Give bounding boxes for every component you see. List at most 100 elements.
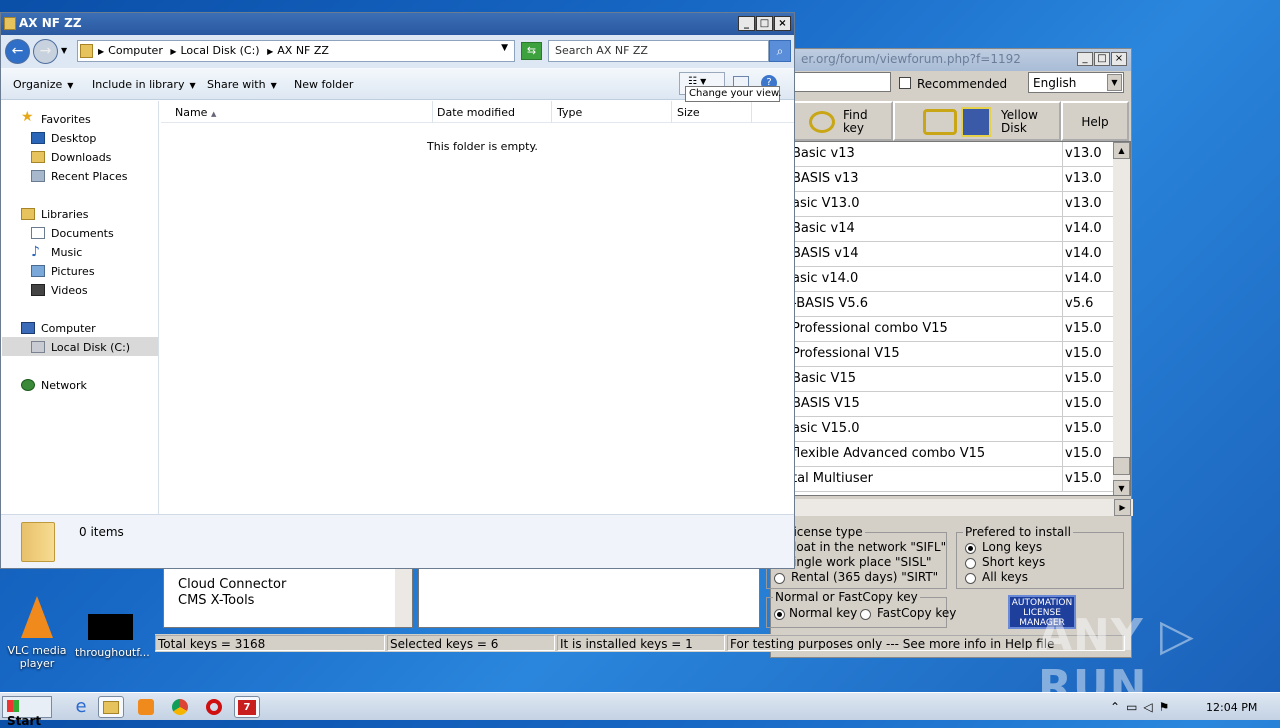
chevron-down-icon[interactable]: ▼ — [501, 43, 508, 53]
organize-button[interactable]: Organize ▼ — [13, 78, 73, 91]
include-in-library-button[interactable]: Include in library ▼ — [92, 78, 196, 91]
nav-computer[interactable]: Computer — [41, 322, 96, 335]
start-button[interactable]: Start — [2, 696, 52, 728]
taskbar-ie-icon[interactable]: e — [68, 696, 94, 718]
nav-videos[interactable]: Videos — [51, 284, 88, 297]
help-button[interactable]: Help — [1061, 101, 1129, 141]
install-radio-short[interactable] — [965, 558, 976, 569]
maximize-icon[interactable]: □ — [756, 16, 773, 31]
maximize-icon[interactable]: □ — [1094, 52, 1110, 66]
tree-vertical-scrollbar[interactable] — [395, 567, 412, 627]
breadcrumb-current-folder[interactable]: AX NF ZZ — [277, 44, 329, 57]
key-row[interactable]: Professional V15 v15.0 — [792, 342, 1114, 367]
key-row[interactable]: BASIS v13 v13.0 — [792, 167, 1114, 192]
volume-icon[interactable]: ◁ — [1143, 700, 1158, 714]
key-row[interactable]: BASIS V15 v15.0 — [792, 392, 1114, 417]
license-option-single[interactable]: ingle work place "SISL" — [793, 555, 932, 569]
yellow-disk-button[interactable]: Yellow Disk — [893, 101, 1061, 141]
close-icon[interactable]: × — [1111, 52, 1127, 66]
license-option-float[interactable]: loat in the network "SIFL" — [793, 540, 946, 554]
key-row[interactable]: -BASIS V5.6 v5.6 — [792, 292, 1114, 317]
install-option-long[interactable]: Long keys — [982, 540, 1042, 554]
breadcrumb-local-disk[interactable]: Local Disk (C:) — [181, 44, 260, 57]
install-radio-all[interactable] — [965, 573, 976, 584]
nav-favorites[interactable]: Favorites — [41, 113, 91, 126]
taskbar-license-app-icon[interactable]: 7 — [234, 696, 260, 718]
nav-downloads[interactable]: Downloads — [51, 151, 111, 164]
copy-radio-fast[interactable] — [860, 609, 871, 620]
key-row[interactable]: tal Multiuser v15.0 — [792, 467, 1114, 492]
new-folder-button[interactable]: New folder — [294, 78, 353, 91]
license-option-rental[interactable]: Rental (365 days) "SIRT" — [791, 570, 938, 584]
key-row[interactable]: Basic V15 v15.0 — [792, 367, 1114, 392]
install-option-all[interactable]: All keys — [982, 570, 1028, 584]
tree-item-cloud-connector[interactable]: Cloud Connector — [178, 577, 286, 592]
scroll-up-icon[interactable]: ▲ — [1113, 142, 1130, 159]
forward-button[interactable]: → — [33, 39, 58, 64]
copy-option-normal[interactable]: Normal key — [789, 606, 857, 620]
nav-music[interactable]: Music — [51, 246, 82, 259]
breadcrumb-computer[interactable]: Computer — [108, 44, 163, 57]
horizontal-scrollbar[interactable]: ▶ — [791, 499, 1133, 516]
recent-pages-icon[interactable]: ▼ — [61, 46, 67, 55]
install-option-short[interactable]: Short keys — [982, 555, 1045, 569]
taskbar-explorer-icon[interactable] — [98, 696, 124, 718]
key-row[interactable]: Basic v13 v13.0 — [792, 142, 1114, 167]
recommended-checkbox[interactable] — [899, 77, 911, 89]
license-radio-rental[interactable] — [774, 573, 785, 584]
taskbar-media-player-icon[interactable] — [133, 696, 159, 718]
search-input[interactable]: Search AX NF ZZ — [548, 40, 769, 62]
scroll-right-icon[interactable]: ▶ — [1114, 499, 1131, 516]
chevron-down-icon[interactable]: ▼ — [700, 77, 706, 86]
copy-radio-normal[interactable] — [774, 609, 785, 620]
key-row[interactable]: flexible Advanced combo V15 v15.0 — [792, 442, 1114, 467]
key-row[interactable]: Basic v14 v14.0 — [792, 217, 1114, 242]
column-name[interactable]: Name ▲ — [171, 101, 433, 123]
nav-recent-places[interactable]: Recent Places — [51, 170, 128, 183]
taskbar-chrome-icon[interactable] — [167, 696, 193, 718]
close-icon[interactable]: × — [774, 16, 791, 31]
key-row[interactable]: asic v14.0 v14.0 — [792, 267, 1114, 292]
refresh-button[interactable]: ⇆ — [521, 42, 542, 60]
key-row[interactable]: asic V15.0 v15.0 — [792, 417, 1114, 442]
find-key-button[interactable]: Find key — [793, 101, 893, 141]
copy-option-fast[interactable]: FastCopy key — [877, 606, 956, 620]
file-list-pane[interactable]: Name ▲ Date modified Type Size This fold… — [161, 101, 794, 514]
language-select[interactable]: English ▼ — [1028, 72, 1124, 93]
search-icon[interactable]: ⌕ — [769, 40, 791, 62]
scroll-down-icon[interactable]: ▼ — [1113, 480, 1130, 495]
key-list-scrollbar[interactable]: ▲ ▼ — [1113, 142, 1130, 495]
filter-input[interactable] — [791, 72, 891, 92]
chevron-down-icon[interactable]: ▼ — [1107, 74, 1122, 91]
nav-network[interactable]: Network — [41, 379, 87, 392]
show-hidden-icons-icon[interactable]: ⌃ — [1110, 700, 1126, 714]
nav-libraries[interactable]: Libraries — [41, 208, 89, 221]
taskbar-opera-icon[interactable] — [201, 696, 227, 718]
share-with-button[interactable]: Share with ▼ — [207, 78, 277, 91]
column-type[interactable]: Type — [553, 101, 672, 123]
nav-desktop[interactable]: Desktop — [51, 132, 96, 145]
key-row[interactable]: BASIS v14 v14.0 — [792, 242, 1114, 267]
desktop-icon-throughout[interactable]: throughoutf... — [75, 614, 150, 659]
key-list[interactable]: Basic v13 v13.0 BASIS v13 v13.0 asic V13.0 v1… — [791, 141, 1131, 496]
nav-documents[interactable]: Documents — [51, 227, 114, 240]
minimize-icon[interactable]: _ — [738, 16, 755, 31]
column-size[interactable]: Size — [673, 101, 752, 123]
back-button[interactable]: ← — [5, 39, 30, 64]
key-row[interactable]: asic V13.0 v13.0 — [792, 192, 1114, 217]
install-radio-long[interactable] — [965, 543, 976, 554]
address-breadcrumb[interactable]: ▶ Computer ▶ Local Disk (C:) ▶ AX NF ZZ ▼ — [77, 40, 515, 62]
column-date-modified[interactable]: Date modified — [433, 101, 552, 123]
nav-local-disk[interactable]: Local Disk (C:) — [51, 341, 130, 354]
tree-item-cms-xtools[interactable]: CMS X-Tools — [178, 593, 254, 608]
network-tray-icon[interactable]: ▭ — [1126, 700, 1143, 714]
clock[interactable]: 12:04 PM — [1206, 701, 1257, 714]
key-row[interactable]: Professional combo V15 v15.0 — [792, 317, 1114, 342]
scroll-thumb[interactable] — [1113, 457, 1130, 475]
product-tree[interactable]: Cloud Connector CMS X-Tools — [163, 566, 413, 628]
nav-pictures[interactable]: Pictures — [51, 265, 95, 278]
minimize-icon[interactable]: _ — [1077, 52, 1093, 66]
action-center-flag-icon[interactable]: ⚑ — [1159, 700, 1176, 714]
desktop-icon-vlc[interactable]: VLC media player — [2, 596, 72, 670]
license-app-window-buttons: _ □ × — [1077, 52, 1127, 66]
